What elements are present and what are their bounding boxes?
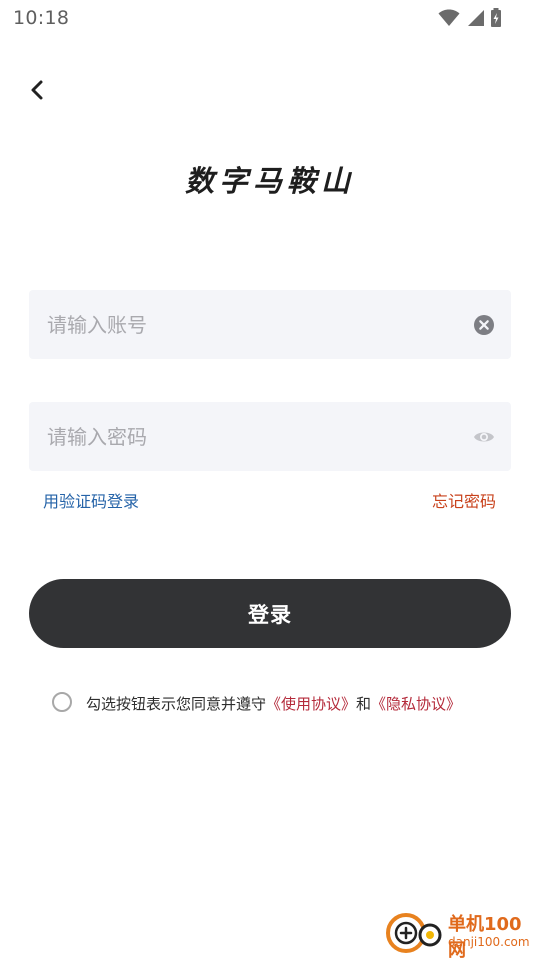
watermark: 单机100网 danji100.com [386,906,536,961]
chevron-left-icon [31,80,43,100]
account-input[interactable] [47,290,447,359]
password-input[interactable] [47,402,447,471]
agreement-text: 勾选按钮表示您同意并遵守《使用协议》和《隐私协议》 [86,693,461,714]
privacy-agreement-link[interactable]: 《隐私协议》 [371,695,461,713]
eye-icon[interactable] [472,426,496,448]
login-button[interactable]: 登录 [29,579,511,648]
sms-login-link[interactable]: 用验证码登录 [43,488,139,512]
watermark-url: danji100.com [448,935,530,949]
password-field[interactable] [29,402,511,471]
status-time: 10:18 [13,7,70,29]
forgot-password-link[interactable]: 忘记密码 [432,488,496,512]
watermark-logo-icon [386,913,442,953]
agreement-radio[interactable] [52,692,72,712]
agreement-prefix: 勾选按钮表示您同意并遵守 [86,695,267,713]
clear-circle-icon[interactable] [473,314,495,336]
usage-agreement-link[interactable]: 《使用协议》 [266,695,356,713]
signal-icon [468,10,484,26]
agreement-middle: 和 [356,695,372,713]
status-bar: 10:18 [0,0,540,36]
wifi-icon [438,9,460,26]
battery-icon [491,8,501,27]
app-title: 数字马鞍山 [184,164,355,198]
back-button[interactable] [22,74,54,106]
account-field[interactable] [29,290,511,359]
